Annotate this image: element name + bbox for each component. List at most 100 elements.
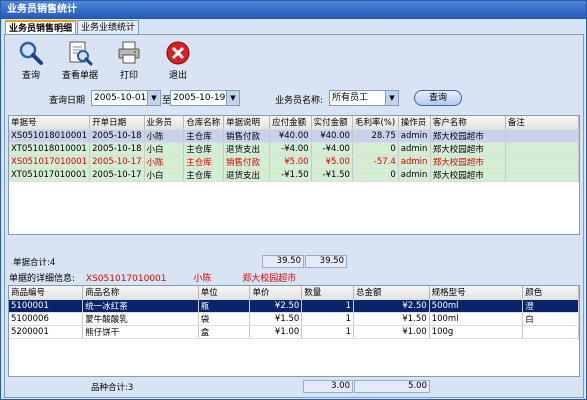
orders-cell: 2005-10-17 [89,168,145,182]
printer-icon [118,41,140,64]
orders-cell: 郑大校园超市 [430,155,506,169]
chevron-down-icon[interactable]: ▼ [226,91,239,105]
tab-performance-stats[interactable]: 业务业绩统计 [77,20,140,35]
detail-customer: 郑大校园超市 [242,274,297,284]
date-to-picker[interactable]: 2005-10-19 ▼ [170,90,240,106]
date-label: 查询日期 [49,96,86,106]
items-cell: 袋 [198,312,251,326]
orders-col-header[interactable]: 客户名称 [430,116,506,130]
chevron-down-icon[interactable]: ▼ [385,91,398,105]
exit-button[interactable]: 退出 [158,39,198,81]
orders-col-header[interactable]: 备注 [505,116,579,130]
orders-table-row[interactable]: XS051018010001 2005-10-18 小陈 主仓库 销售付款 ¥40.00 ¥… [9,129,579,143]
sum-amount: 5.00 [354,380,430,393]
orders-cell: 主仓库 [183,155,224,169]
orders-col-header[interactable]: 单据说明 [223,116,271,130]
items-col-header[interactable]: 数量 [301,286,355,300]
orders-col-header[interactable]: 毛利率(%) [352,116,399,130]
items-table-row[interactable]: 5200001 熊仔饼干盒 ¥1.00 1 ¥1.00 100g [9,325,579,339]
orders-col-header[interactable]: 单据号 [9,116,91,130]
orders-cell: -¥1.50 [311,168,353,182]
salesman-label: 业务员名称: [275,96,324,106]
items-col-header[interactable]: 总金额 [353,286,430,300]
filter-bar: 查询日期 2005-10-01 ▼ 至 2005-10-19 ▼ 业务员名称: … [5,87,583,109]
view-document-label: 查看单据 [61,71,98,81]
orders-cell: 2005-10-18 [89,129,145,143]
exit-label: 退出 [168,71,187,81]
orders-table-row[interactable]: XT051018010001 2005-10-18 小白 主仓库 退货支出 -¥4.00-… [9,142,579,156]
orders-cell: 主仓库 [183,129,224,143]
date-from-picker[interactable]: 2005-10-01 ▼ [91,90,161,106]
items-cell [522,325,579,339]
orders-cell: XS051018010001 [9,129,91,143]
detail-salesman: 小陈 [193,274,212,284]
orders-cell: ¥40.00 [311,129,353,143]
items-cell: ¥1.50 [249,312,303,326]
orders-header-row: 单据号 开单日期 业务员 仓库名称 单据说明 应付金额 实付金额 毛利率(%) 操作员 客户名称备… [9,116,579,130]
orders-col-header[interactable]: 业务员 [144,116,185,130]
items-cell: 100g [429,325,524,339]
items-cell: 盒 [198,325,251,339]
items-cell: 1 [301,325,355,339]
salesman-value: 所有员工 [332,93,369,103]
sum-quantity: 3.00 [303,380,353,393]
view-document-button[interactable]: 查看单据 [60,39,100,81]
orders-cell: -¥4.00 [269,142,312,156]
orders-cell: -57.4 [352,155,399,169]
items-cell: ¥1.00 [249,325,303,339]
items-col-header[interactable]: 单位 [198,286,251,300]
detail-info: 单据的详细信息: XS051017010001 小陈 郑大校园超市 [9,271,296,284]
orders-col-header[interactable]: 开单日期 [89,116,145,130]
items-col-header[interactable]: 规格型号 [429,286,524,300]
query-button[interactable]: 查询 [414,90,462,106]
orders-col-header[interactable]: 仓库名称 [183,116,224,130]
close-icon [166,41,190,65]
items-cell: 统一冰红茶 [82,299,199,313]
sum-payable: 39.50 [262,255,304,268]
items-table-row[interactable]: 5100006 蒙牛酸酸乳袋 ¥1.50 1 ¥1.50 100ml 白 [9,312,579,326]
items-col-header[interactable]: 颜色 [522,286,579,300]
orders-grid: 单据号 开单日期 业务员 仓库名称 单据说明 应付金额 实付金额 毛利率(%) 操作员 客户名称备… [8,115,580,235]
view-document-icon [69,41,93,66]
orders-table-row[interactable]: XT051017010001 2005-10-17 小白 主仓库 退货支出 -¥1.50-… [9,168,579,182]
orders-table-row[interactable]: XS051017010001 2005-10-17 小陈 主仓库 销售付款 ¥5.00 ¥5… [9,155,579,169]
orders-cell: 郑大校园超市 [430,142,506,156]
orders-cell: 28.75 [352,129,399,143]
orders-cell: 退货支出 [223,168,271,182]
orders-cell [505,129,579,143]
print-label: 打印 [119,71,138,81]
orders-summary-bar: 单据合计:4 39.50 39.50 [9,255,579,268]
items-cell: 1 [301,312,355,326]
detail-doc-no: XS051017010001 [85,274,167,284]
window-title: 业务员销售统计 [1,1,586,19]
items-table-row[interactable]: 5100001 统一冰红茶瓶 ¥2.50 1 ¥2.50 500ml 澄 [9,299,579,313]
orders-cell [505,142,579,156]
items-cell: 白 [522,312,579,326]
items-cell: ¥2.50 [353,299,430,313]
orders-cell: 郑大校园超市 [430,168,506,182]
orders-cell: XS051017010001 [9,155,91,169]
items-cell: ¥1.00 [353,325,430,339]
orders-col-header[interactable]: 应付金额 [269,116,312,130]
salesman-select[interactable]: 所有员工 ▼ [329,90,399,106]
orders-cell: 2005-10-17 [89,155,145,169]
print-button[interactable]: 打印 [109,39,149,81]
main-panel: 查询 查看单据 打印 退出 查询日期 2005-10-01 ▼ 至 2005-1… [4,34,584,398]
orders-cell: 小白 [144,168,185,182]
orders-cell [505,155,579,169]
orders-col-header[interactable]: 操作员 [398,116,431,130]
chevron-down-icon[interactable]: ▼ [147,91,160,105]
orders-summary-label: 单据合计:4 [13,258,56,268]
items-summary-label: 品种合计:3 [91,383,134,393]
date-from-value: 2005-10-01 [94,93,147,103]
items-col-header[interactable]: 单价 [249,286,303,300]
orders-cell: 小陈 [144,129,185,143]
items-col-header[interactable]: 商品名称 [82,286,199,300]
orders-cell: 2005-10-18 [89,142,145,156]
query-toolbar-button[interactable]: 查询 [11,39,51,81]
items-col-header[interactable]: 商品编号 [9,286,84,300]
items-header-row: 商品编号 商品名称 单位 单价 数量 总金额 规格型号 颜色 [9,286,579,300]
items-cell: 蒙牛酸酸乳 [82,312,199,326]
orders-col-header[interactable]: 实付金额 [311,116,353,130]
items-grid: 商品编号 商品名称 单位 单价 数量 总金额 规格型号 颜色 5100001 统一冰红茶瓶 ¥2.… [8,285,580,377]
